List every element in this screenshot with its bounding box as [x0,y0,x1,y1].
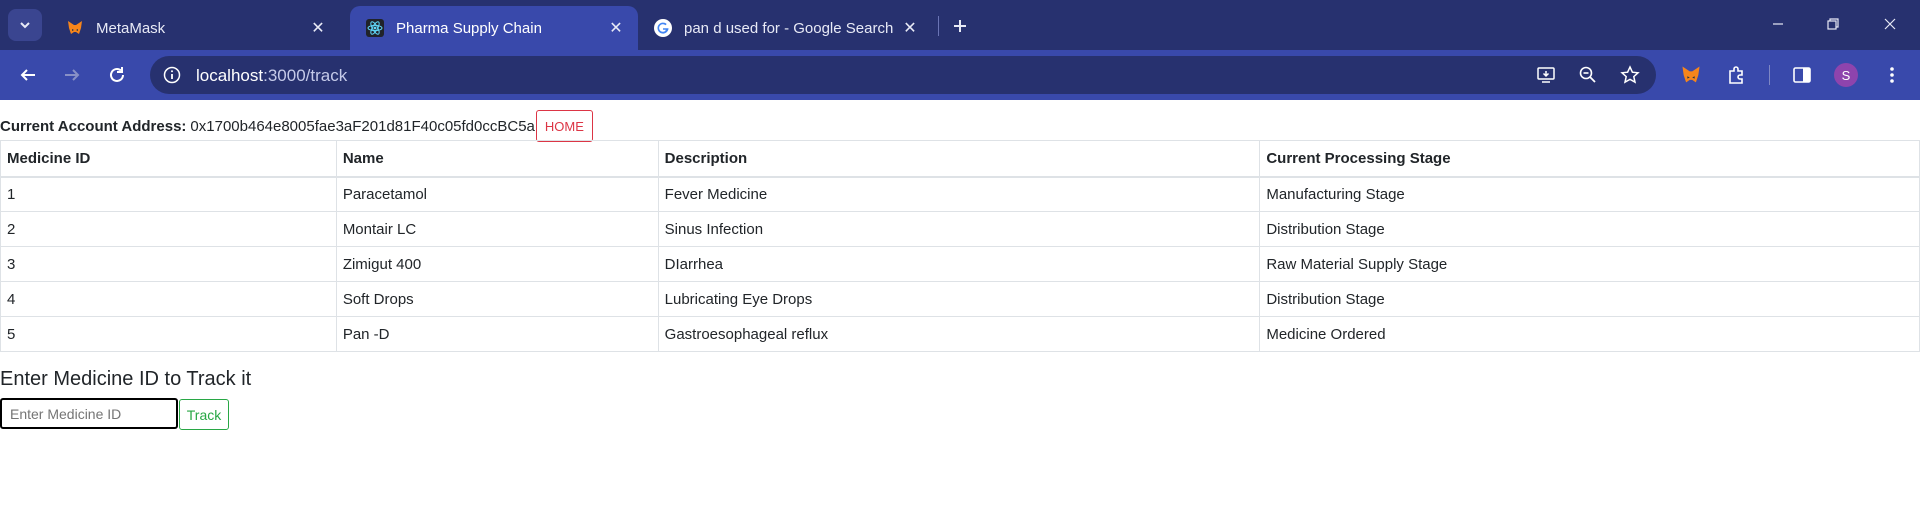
close-window-button[interactable] [1868,8,1912,40]
metamask-fox-icon [66,19,84,37]
home-button[interactable]: HOME [535,110,593,142]
cell-id: 2 [0,211,337,247]
track-heading: Enter Medicine ID to Track it [0,368,252,390]
reload-button[interactable] [101,59,133,91]
minimize-button[interactable] [1756,8,1800,40]
site-info-icon[interactable] [160,63,184,87]
close-icon[interactable]: ✕ [306,16,330,40]
extensions-puzzle-icon[interactable] [1724,63,1748,87]
google-g-icon [654,19,672,37]
header-name: Name [335,140,659,178]
forward-button[interactable] [56,59,88,91]
table-header-row: Medicine ID Name Description Current Pro… [0,140,1920,178]
cell-description: Fever Medicine [657,176,1261,212]
track-button[interactable]: Track [179,399,229,430]
bookmark-star-icon[interactable] [1618,63,1642,87]
tab-google-search[interactable]: pan d used for - Google Search ✕ [638,6,932,50]
install-app-icon[interactable] [1534,63,1558,87]
arrow-right-icon [65,69,80,81]
minimize-icon [1773,23,1783,25]
cell-stage: Distribution Stage [1259,281,1920,317]
cell-description: DIarrhea [657,246,1261,282]
table-row: 5 Pan -D Gastroesophageal reflux Medicin… [0,316,1920,352]
account-address: 0x1700b464e8005fae3aF201d81F40c05fd0ccBC… [190,117,535,135]
chevron-down-icon [20,22,30,29]
close-icon [1884,18,1896,30]
kebab-menu-icon[interactable] [1880,63,1904,87]
new-tab-button[interactable] [946,12,974,40]
back-button[interactable] [12,59,44,91]
page-content: Current Account Address: 0x1700b464e8005… [0,100,1920,525]
tab-title: pan d used for - Google Search [684,19,894,37]
cell-name: Paracetamol [335,176,659,212]
tab-pharma-supply-chain[interactable]: Pharma Supply Chain ✕ [350,6,638,50]
browser-toolbar: localhost:3000/track S [0,50,1920,100]
close-icon[interactable]: ✕ [898,16,922,40]
tab-title: Pharma Supply Chain [396,19,542,37]
table-row: 1 Paracetamol Fever Medicine Manufacturi… [0,176,1920,212]
table-row: 2 Montair LC Sinus Infection Distributio… [0,211,1920,247]
side-panel-icon[interactable] [1790,63,1814,87]
cell-name: Montair LC [335,211,659,247]
cell-stage: Distribution Stage [1259,211,1920,247]
cell-name: Soft Drops [335,281,659,317]
tab-separator [938,16,939,36]
medicine-table: Medicine ID Name Description Current Pro… [0,140,1920,352]
restore-icon [1827,18,1839,30]
browser-tab-strip: MetaMask ✕ Pharma Supply Chain ✕ pan d u… [0,0,1920,50]
profile-avatar[interactable]: S [1834,63,1858,87]
cell-stage: Manufacturing Stage [1259,176,1920,212]
header-description: Description [657,140,1261,178]
cell-stage: Raw Material Supply Stage [1259,246,1920,282]
account-label: Current Account Address: [0,117,187,135]
header-stage: Current Processing Stage [1259,140,1920,178]
arrow-left-icon [20,69,35,81]
url-text: localhost:3000/track [196,66,347,86]
cell-id: 4 [0,281,337,317]
url-path: :3000/track [263,66,348,85]
reload-icon [110,67,124,82]
tab-metamask[interactable]: MetaMask ✕ [50,6,340,50]
cell-description: Sinus Infection [657,211,1261,247]
header-medicine-id: Medicine ID [0,140,337,178]
react-atom-icon [366,19,384,37]
cell-id: 1 [0,176,337,212]
toolbar-divider [1769,65,1770,85]
cell-description: Gastroesophageal reflux [657,316,1261,352]
cell-id: 3 [0,246,337,282]
plus-icon [954,20,966,32]
cell-id: 5 [0,316,337,352]
cell-name: Zimigut 400 [335,246,659,282]
cell-stage: Medicine Ordered [1259,316,1920,352]
medicine-id-input[interactable] [0,398,178,429]
cell-description: Lubricating Eye Drops [657,281,1261,317]
account-row: Current Account Address: 0x1700b464e8005… [0,110,593,142]
cell-name: Pan -D [335,316,659,352]
metamask-extension-icon[interactable] [1679,63,1703,87]
url-host: localhost [196,66,264,85]
tab-title: MetaMask [96,19,166,37]
address-bar[interactable]: localhost:3000/track [150,56,1656,94]
table-row: 4 Soft Drops Lubricating Eye Drops Distr… [0,281,1920,317]
zoom-out-icon[interactable] [1576,63,1600,87]
close-icon[interactable]: ✕ [604,16,628,40]
table-row: 3 Zimigut 400 DIarrhea Raw Material Supp… [0,246,1920,282]
tab-search-button[interactable] [8,9,42,41]
restore-button[interactable] [1811,8,1855,40]
